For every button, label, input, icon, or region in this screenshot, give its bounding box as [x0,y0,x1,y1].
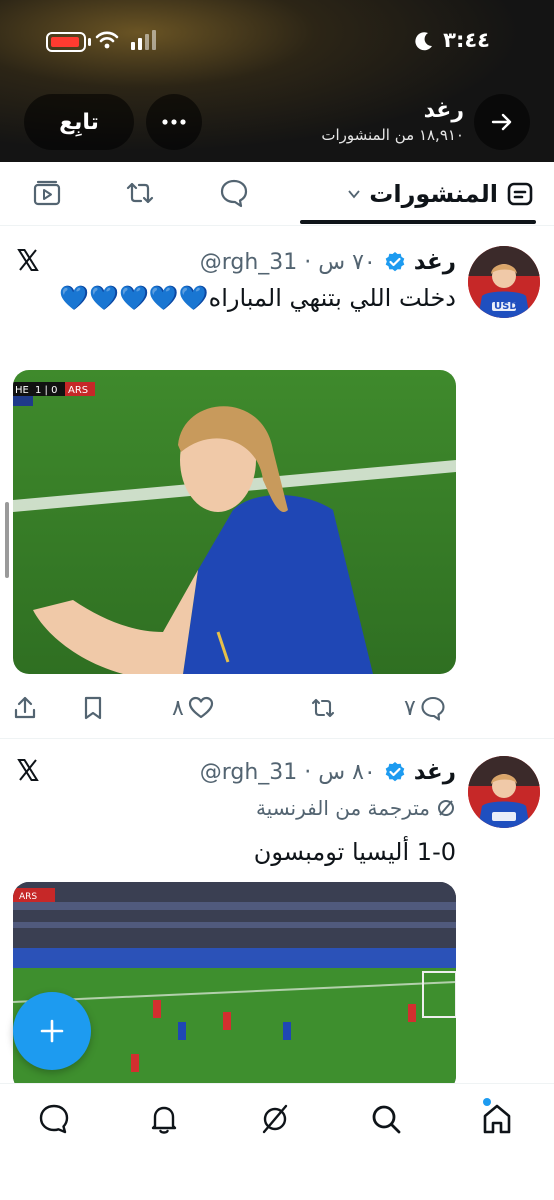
tab-underline [300,220,536,224]
post-divider [0,738,554,739]
post-author-name[interactable]: رغد [414,759,456,785]
tab-posts[interactable]: المنشورات [347,172,534,216]
post-header: رغد @rgh_31 · ٧٠ س [200,246,456,278]
more-icon [162,119,186,125]
arrow-right-icon [491,113,512,131]
tab-videos-icon[interactable] [32,178,62,208]
reply-count: ٧ [404,695,416,721]
post-media-image[interactable]: ARS [13,882,456,1092]
scoreboard-away: ARS [19,892,37,902]
translate-icon [438,800,454,816]
like-count: ٨ [172,695,184,721]
share-button[interactable] [12,688,38,728]
status-time: ٣:٤٤ [443,28,490,52]
signal-icon [131,30,156,50]
tab-bar: المنشورات [0,162,554,226]
post-header: رغد @rgh_31 · ٨٠ س [200,756,456,788]
post-text: 1-0 أليسيا تومبسون [253,838,456,866]
messages-nav-icon[interactable] [37,1102,71,1136]
repost-icon [311,698,335,718]
scoreboard-score: 1 | 0 [35,385,57,396]
translated-label[interactable]: مترجمة من الفرنسية [256,796,456,820]
x-logo-icon [17,249,39,271]
post-author-name[interactable]: رغد [414,249,456,275]
plus-icon [40,1019,64,1043]
reply-icon [421,696,445,721]
tab-reposts-icon[interactable] [125,178,155,208]
profile-header: ٣:٤٤ تابِع رغد ١٨,٩١٠ من المنشورات [0,0,554,162]
tab-replies-icon[interactable] [219,178,249,208]
posts-tab-icon [507,182,533,206]
like-button[interactable]: ٨ [172,688,214,728]
scroll-indicator[interactable] [5,502,9,578]
more-button[interactable] [146,94,202,150]
battery-icon [46,32,86,52]
bookmark-button[interactable] [80,688,106,728]
translated-label-text: مترجمة من الفرنسية [255,796,430,820]
heart-icon [188,696,213,719]
x-logo-icon [17,759,39,781]
avatar[interactable] [468,756,540,828]
compose-button[interactable] [13,992,91,1070]
grok-nav-icon[interactable] [258,1102,292,1136]
search-nav-icon[interactable] [369,1102,403,1136]
post-media-image[interactable]: HE 1 | 0 ARS [13,370,456,674]
notifications-nav-icon[interactable] [147,1102,181,1136]
moon-icon [415,32,432,51]
chevron-down-icon[interactable] [347,187,361,201]
bookmark-icon [84,696,102,720]
wifi-icon [95,31,119,49]
post-handle-time: @rgh_31 · ٧٠ س [199,249,376,275]
share-icon [14,696,36,719]
verified-badge-icon [385,252,405,272]
avatar-badge: USDC [494,301,525,312]
home-nav-icon[interactable] [480,1102,514,1136]
posts-count: ١٨,٩١٠ من المنشورات [321,126,464,144]
post-handle-time: @rgh_31 · ٨٠ س [199,759,376,785]
reply-button[interactable]: ٧ [404,688,446,728]
scoreboard-home: HE [15,385,29,396]
profile-name: رغد [423,98,464,123]
post-actions: ٨ ٧ [0,688,554,728]
tab-posts-label: المنشورات [369,180,498,208]
scoreboard-away: ARS [68,385,88,396]
verified-badge-icon [385,762,405,782]
post-text: دخلت اللي بتنهي المباراه💙💙💙💙💙 [59,284,456,312]
follow-button[interactable]: تابِع [24,94,134,150]
bottom-nav [0,1083,554,1200]
back-button[interactable] [474,94,530,150]
repost-button[interactable] [310,688,336,728]
status-bar: ٣:٤٤ [0,26,554,60]
